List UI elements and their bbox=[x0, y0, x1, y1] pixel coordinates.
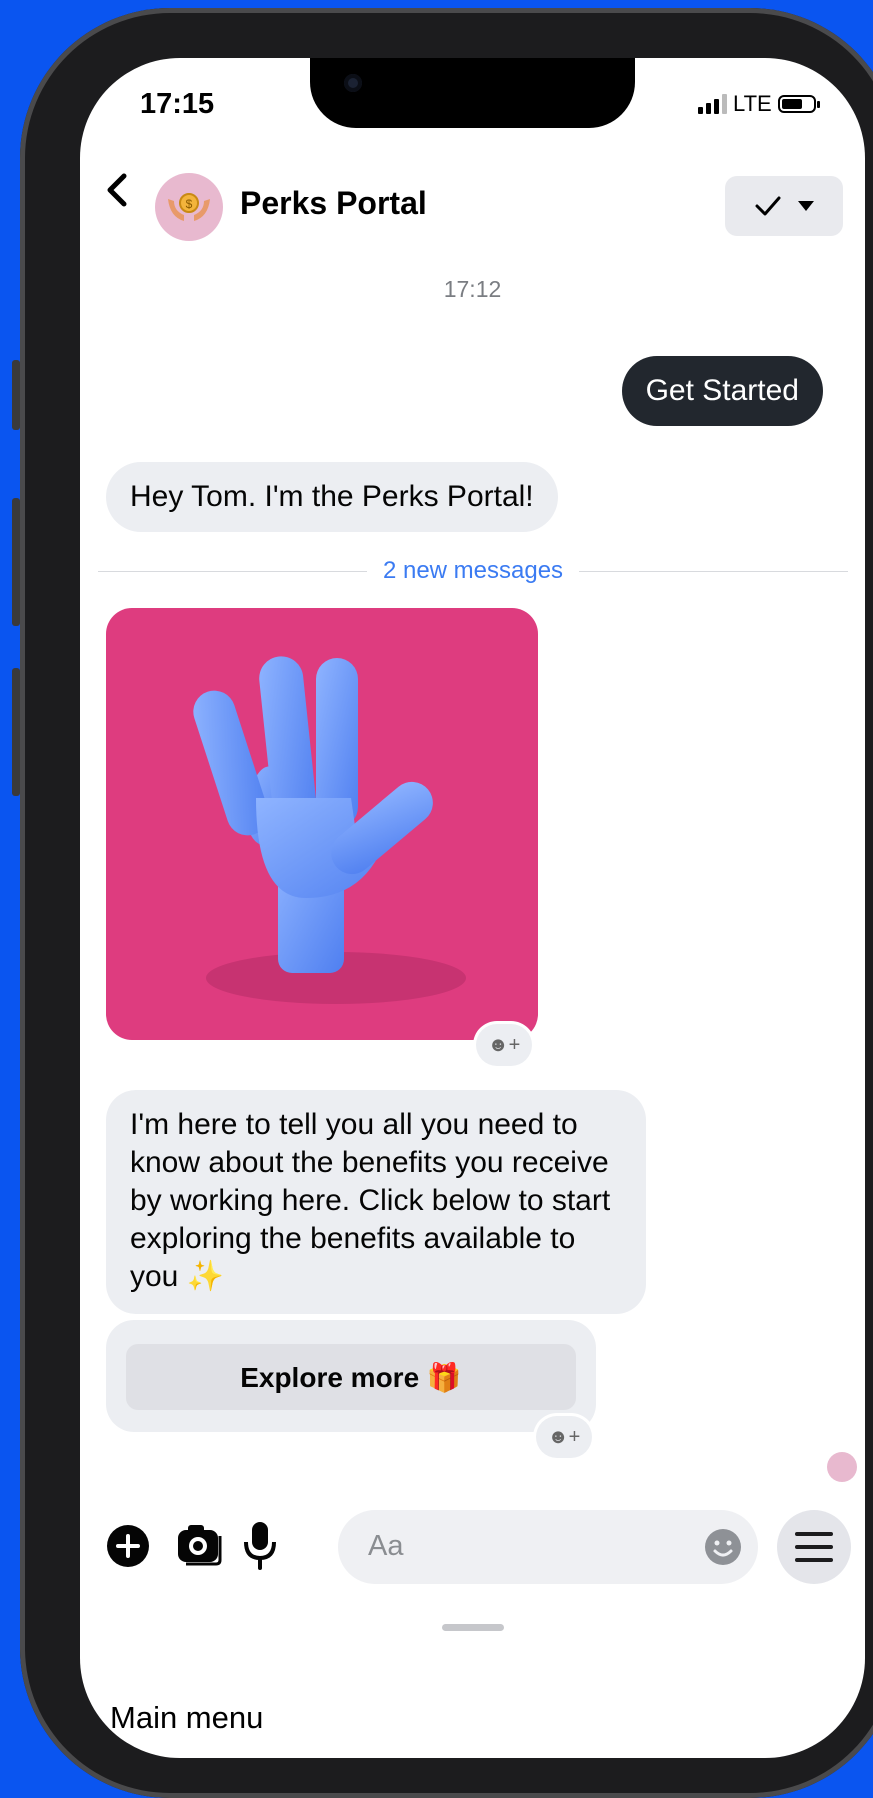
phone-frame: 17:15 LTE $ Perks Portal 17:12 Get Start… bbox=[20, 8, 873, 1798]
new-messages-divider: 2 new messages bbox=[98, 546, 848, 596]
message-composer: Aa bbox=[80, 1506, 865, 1586]
back-button[interactable] bbox=[98, 168, 138, 212]
signal-icon bbox=[698, 94, 727, 114]
smiley-plus-icon: ☻+ bbox=[547, 1425, 581, 1448]
main-menu-label[interactable]: Main menu bbox=[110, 1700, 263, 1736]
bot-avatar[interactable]: $ bbox=[155, 173, 223, 241]
new-messages-label: 2 new messages bbox=[382, 557, 564, 584]
add-reaction-button[interactable]: ☻+ bbox=[476, 1024, 532, 1066]
hands-coin-icon: $ bbox=[168, 193, 210, 221]
menu-button[interactable] bbox=[777, 1510, 851, 1584]
divider-line bbox=[98, 570, 367, 572]
message-timestamp: 17:12 bbox=[443, 276, 502, 302]
svg-text:$: $ bbox=[186, 197, 193, 211]
volume-up-button bbox=[12, 498, 20, 626]
status-indicators: LTE bbox=[698, 91, 820, 117]
divider-line bbox=[579, 570, 848, 572]
message-input[interactable]: Aa bbox=[338, 1510, 758, 1584]
outgoing-message[interactable]: Get Started bbox=[621, 356, 823, 426]
network-label: LTE bbox=[733, 91, 772, 116]
silent-switch bbox=[12, 360, 20, 430]
add-reaction-button[interactable]: ☻+ bbox=[536, 1416, 592, 1458]
microphone-icon[interactable] bbox=[242, 1520, 278, 1570]
sheet-grabber[interactable] bbox=[442, 1624, 504, 1631]
explore-more-button[interactable]: Explore more 🎁 bbox=[126, 1344, 576, 1410]
read-receipt-avatar bbox=[827, 1452, 857, 1482]
status-time: 17:15 bbox=[140, 88, 215, 120]
incoming-message[interactable]: Hey Tom. I'm the Perks Portal! bbox=[106, 462, 558, 532]
smiley-plus-icon: ☻+ bbox=[487, 1033, 521, 1056]
waving-hand-image[interactable] bbox=[106, 608, 538, 1040]
screen: 17:15 LTE $ Perks Portal 17:12 Get Start… bbox=[80, 58, 865, 1758]
battery-icon bbox=[777, 95, 820, 113]
incoming-message[interactable]: I'm here to tell you all you need to kno… bbox=[106, 1090, 646, 1314]
emoji-icon[interactable] bbox=[704, 1528, 742, 1566]
camera-icon[interactable] bbox=[176, 1522, 222, 1566]
volume-down-button bbox=[12, 668, 20, 796]
menu-icon bbox=[795, 1532, 833, 1536]
checkmark-icon bbox=[755, 196, 781, 216]
plus-icon[interactable] bbox=[106, 1524, 150, 1568]
mark-done-button[interactable] bbox=[725, 176, 843, 236]
notch bbox=[310, 58, 635, 128]
conversation-title: Perks Portal bbox=[240, 185, 427, 221]
caret-down-icon bbox=[798, 201, 814, 211]
front-camera bbox=[344, 74, 362, 92]
chevron-left-icon bbox=[107, 173, 127, 207]
message-input-placeholder: Aa bbox=[368, 1530, 404, 1562]
hand-illustration bbox=[193, 656, 466, 1004]
